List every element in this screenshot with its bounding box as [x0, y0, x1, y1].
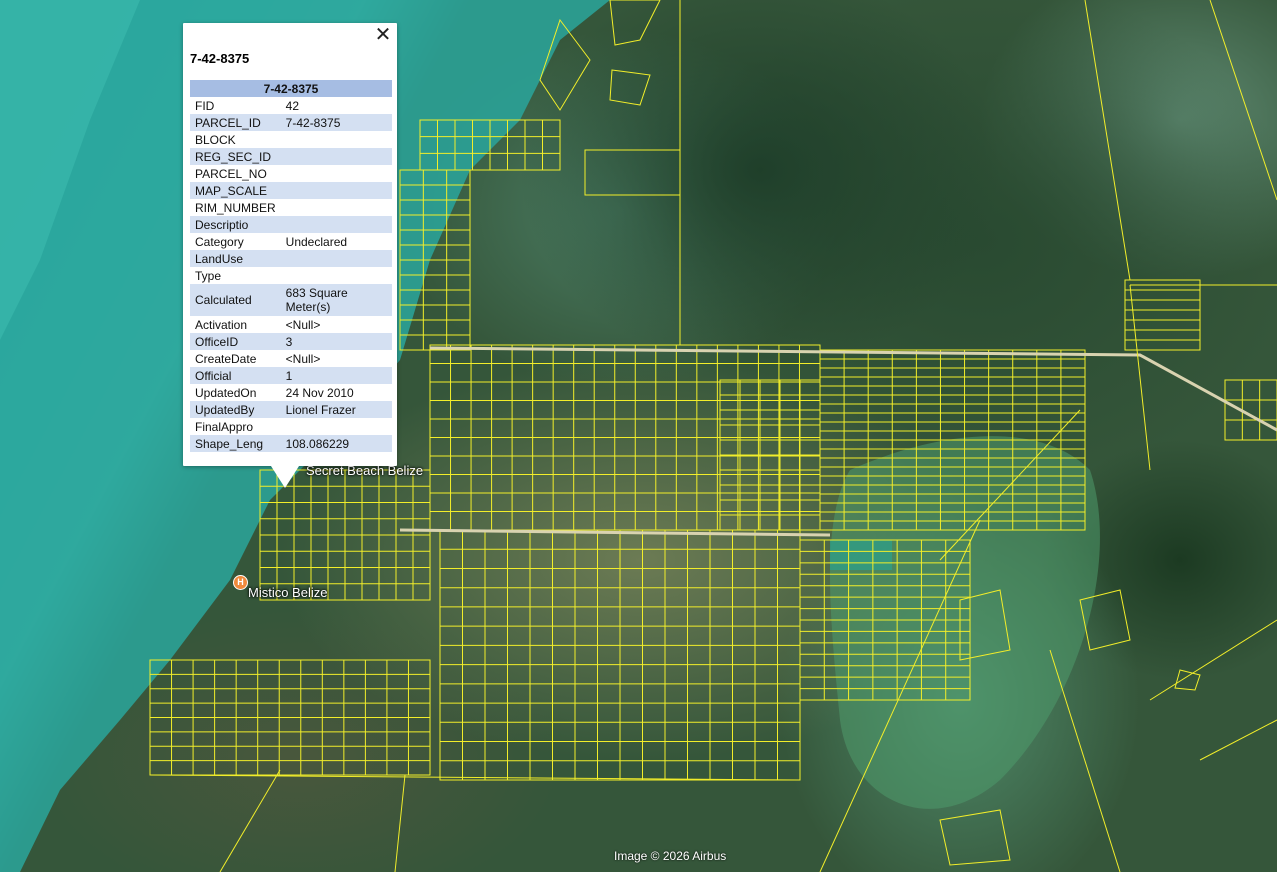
attribute-value: 1	[280, 367, 392, 384]
attribute-value: 24 Nov 2010	[285, 385, 354, 400]
table-row: Shape_Leng 108.086229	[190, 435, 392, 452]
attribute-key: PARCEL_ID	[190, 114, 281, 131]
attribute-key: Category	[195, 234, 244, 249]
attribute-key: RIM_NUMBER	[195, 200, 276, 215]
attribute-key: OfficeID	[190, 333, 281, 350]
attribute-value: <Null>	[285, 351, 321, 366]
attribute-value	[281, 267, 392, 284]
attribute-value	[280, 148, 392, 165]
attribute-value	[281, 199, 392, 216]
attribute-key: UpdatedOn	[195, 385, 257, 400]
attribute-value	[281, 165, 392, 182]
attribute-key: FID	[195, 98, 215, 113]
table-row: Type	[190, 267, 392, 284]
attribute-key: UpdatedBy	[190, 401, 281, 418]
attribute-value	[281, 131, 392, 148]
table-row: REG_SEC_ID	[190, 148, 392, 165]
attribute-key: Descriptio	[190, 216, 281, 233]
table-row: LandUse	[190, 250, 392, 267]
table-row: UpdatedOn 24 Nov 2010	[190, 384, 392, 401]
table-row: FID 42	[190, 97, 392, 114]
table-row: MAP_SCALE	[190, 182, 392, 199]
attribute-key: Official	[190, 367, 281, 384]
attribute-value: Undeclared	[285, 234, 348, 249]
attribute-value	[280, 182, 392, 199]
table-row: PARCEL_ID 7-42-8375	[190, 114, 392, 131]
attribute-value: 683 Square Meter(s)	[280, 284, 392, 316]
attribute-value	[280, 216, 392, 233]
attribute-key: FinalAppro	[195, 419, 254, 434]
attribute-key: MAP_SCALE	[190, 182, 281, 199]
table-row: CreateDate <Null>	[190, 350, 392, 367]
popup-pointer	[271, 466, 299, 488]
attribute-value	[281, 418, 392, 435]
attribute-value: 7-42-8375	[280, 114, 392, 131]
attribute-value: 108.086229	[280, 435, 392, 452]
attribute-key: Activation	[195, 317, 248, 332]
attribute-value: <Null>	[285, 317, 321, 332]
table-row: Official 1	[190, 367, 392, 384]
map-label-mistico[interactable]: Mistico Belize	[248, 585, 327, 600]
table-row: BLOCK	[190, 131, 392, 148]
table-row: Calculated 683 Square Meter(s)	[190, 284, 392, 316]
close-icon[interactable]: ✕	[373, 25, 393, 45]
attribute-value: Lionel Frazer	[280, 401, 392, 418]
attribute-table-header: 7-42-8375	[190, 80, 392, 97]
table-row: UpdatedBy Lionel Frazer	[190, 401, 392, 418]
table-row: Category Undeclared	[190, 233, 392, 250]
attribute-value	[280, 250, 392, 267]
parcel-info-popup: ✕ 7-42-8375 7-42-8375 FID 42 PARCEL_ID 7-42…	[183, 23, 397, 488]
attribute-key: PARCEL_NO	[195, 166, 267, 181]
table-row: Activation <Null>	[190, 316, 392, 333]
hotel-icon[interactable]: H	[233, 575, 248, 590]
table-row: FinalAppro	[190, 418, 392, 435]
attribute-key: Calculated	[190, 284, 281, 316]
pond	[830, 540, 892, 570]
table-row: Descriptio	[190, 216, 392, 233]
table-row: PARCEL_NO	[190, 165, 392, 182]
table-row: OfficeID 3	[190, 333, 392, 350]
attribute-key: Type	[195, 268, 222, 283]
attribute-value: 3	[280, 333, 392, 350]
imagery-attribution: Image © 2026 Airbus	[614, 849, 727, 863]
attribute-value: 42	[285, 98, 300, 113]
attribute-key: BLOCK	[195, 132, 236, 147]
attribute-key: LandUse	[190, 250, 281, 267]
attribute-key: Shape_Leng	[190, 435, 281, 452]
attribute-table: 7-42-8375 FID 42 PARCEL_ID 7-42-8375 BLOCK RE…	[190, 80, 392, 452]
popup-title: 7-42-8375	[190, 51, 250, 66]
attribute-key: CreateDate	[195, 351, 257, 366]
table-row: RIM_NUMBER	[190, 199, 392, 216]
attribute-key: REG_SEC_ID	[190, 148, 281, 165]
